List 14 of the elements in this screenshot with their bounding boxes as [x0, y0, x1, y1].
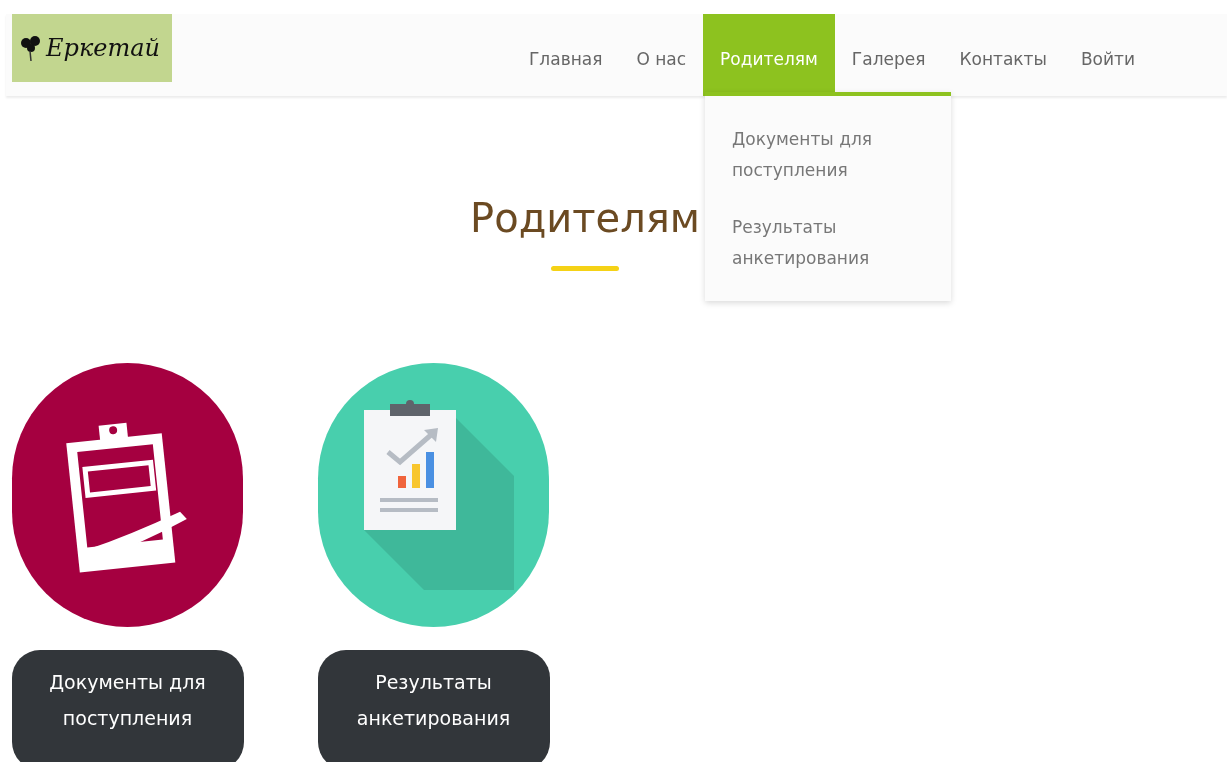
balloons-icon	[20, 35, 42, 61]
nav-link[interactable]: Войти	[1063, 14, 1152, 96]
heading-underline	[551, 266, 619, 271]
nav-link[interactable]: Галерея	[834, 14, 943, 96]
logo-text: Еркетай	[46, 33, 160, 64]
logo[interactable]: Еркетай	[12, 14, 172, 82]
nav-link[interactable]: О нас	[619, 14, 704, 96]
card-button[interactable]: Результаты анкетирования	[317, 650, 550, 762]
card-button[interactable]: Документы для поступления	[11, 650, 244, 762]
page-heading: Родителям	[470, 194, 700, 243]
dropdown-item[interactable]: Результаты анкетирования	[732, 212, 912, 274]
nav-link[interactable]: Контакты	[942, 14, 1064, 96]
nav-link[interactable]: Главная	[512, 14, 620, 96]
dropdown-item[interactable]: Документы для поступления	[732, 124, 912, 186]
